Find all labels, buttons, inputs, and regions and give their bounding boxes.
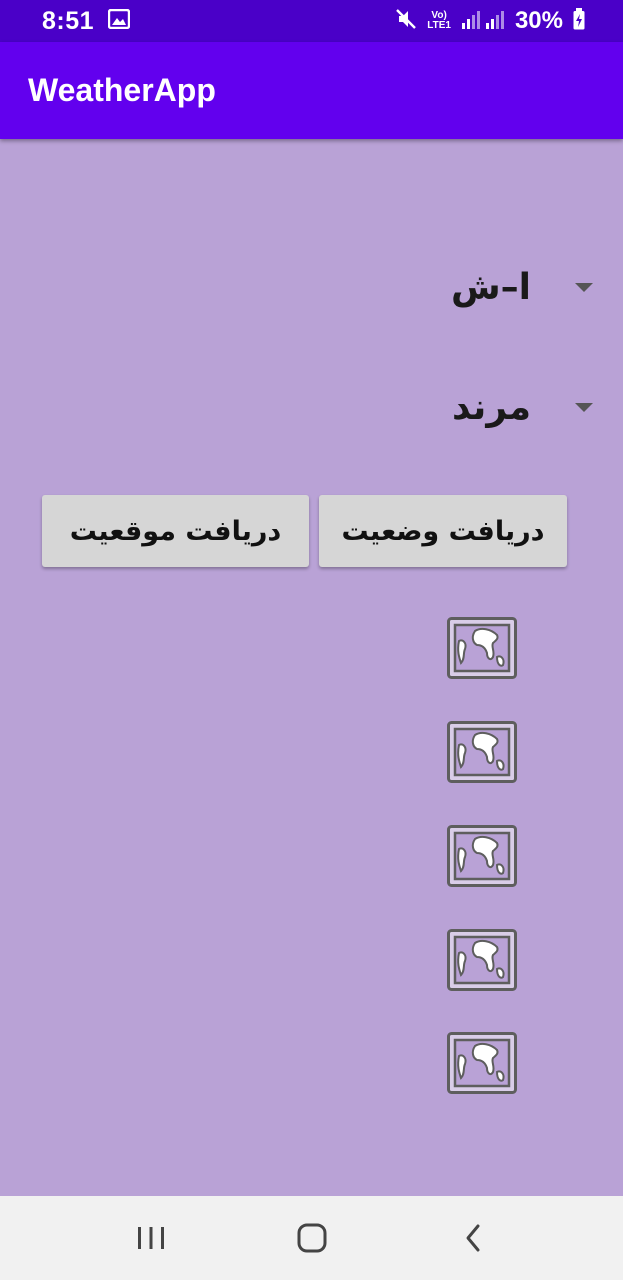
get-status-button[interactable]: دریافت وضعیت (319, 495, 567, 567)
back-icon (466, 1224, 479, 1252)
city-spinner-value: مرند (452, 386, 531, 428)
battery-percent: 30% (514, 7, 563, 34)
status-time: 8:51 (42, 6, 95, 35)
status-bar-right: Vo) LTE1 30% (395, 7, 585, 35)
back-button[interactable] (443, 1208, 503, 1268)
weather-image-5 (447, 1032, 517, 1094)
image-placeholder-icon (447, 929, 517, 991)
weather-image-4 (447, 929, 517, 991)
status-bar: 8:51 Vo) LTE1 30% (0, 0, 623, 42)
image-placeholder-icon (447, 617, 517, 679)
mute-icon (395, 8, 417, 34)
weather-image-3 (447, 825, 517, 887)
battery-charging-icon (573, 8, 585, 34)
signal-icon (461, 9, 505, 33)
app-title: WeatherApp (28, 72, 216, 108)
recents-icon (137, 1227, 164, 1249)
dropdown-arrow-icon (575, 402, 593, 412)
city-spinner[interactable]: مرند (452, 372, 593, 442)
image-placeholder-icon (447, 825, 517, 887)
image-placeholder-icon (447, 721, 517, 783)
recents-button[interactable] (121, 1208, 181, 1268)
lte-bottom: LTE1 (427, 20, 451, 31)
weather-image-1 (447, 617, 517, 679)
province-spinner-value: ا–ش (450, 266, 531, 308)
get-location-button[interactable]: دریافت موقعیت (42, 495, 309, 567)
gallery-icon (107, 8, 131, 33)
image-placeholder-icon (447, 1032, 517, 1094)
lte-indicator: Vo) LTE1 (427, 11, 451, 31)
province-spinner[interactable]: ا–ش (451, 252, 593, 322)
weather-image-2 (447, 721, 517, 783)
app-bar: WeatherApp (0, 42, 623, 139)
home-icon (297, 1223, 326, 1253)
navigation-bar (0, 1196, 623, 1280)
status-bar-left: 8:51 (42, 6, 131, 36)
home-button[interactable] (282, 1208, 342, 1268)
dropdown-arrow-icon (575, 282, 593, 292)
